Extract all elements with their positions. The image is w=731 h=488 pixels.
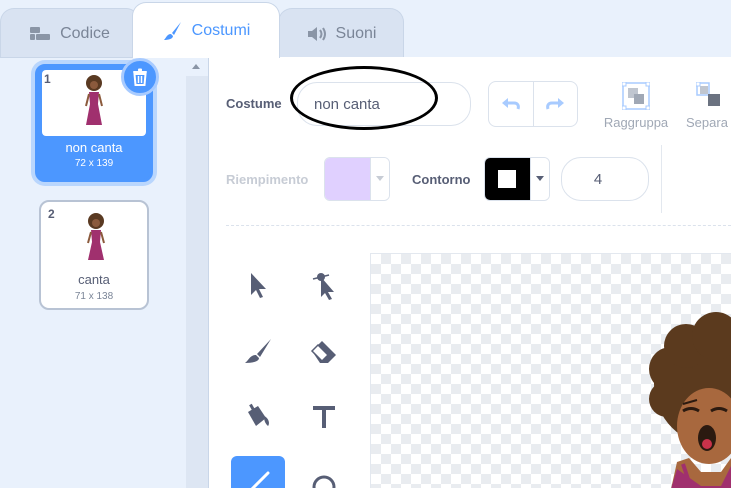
ungroup-button[interactable]: Separa — [686, 115, 731, 130]
circle-icon — [312, 475, 336, 488]
undo-icon — [501, 98, 520, 110]
trash-icon — [133, 68, 147, 86]
group-button[interactable]: Raggruppa — [598, 115, 674, 130]
tab-code-label: Codice — [60, 24, 110, 42]
line-icon — [250, 471, 270, 488]
paint-bucket-icon — [248, 403, 269, 426]
tab-sounds-label: Suoni — [335, 24, 377, 42]
scroll-up-arrow-icon[interactable] — [192, 64, 200, 69]
caret-down-icon — [535, 176, 544, 181]
delete-costume-button[interactable] — [121, 58, 159, 96]
costume-name-value: non canta — [314, 95, 380, 113]
redo-icon — [546, 98, 565, 110]
eraser-tool[interactable] — [297, 324, 351, 378]
tab-costumes[interactable]: Costumi — [132, 2, 280, 58]
circle-tool[interactable] — [297, 456, 351, 488]
singer-character-icon — [649, 312, 731, 488]
paintbrush-icon — [162, 20, 184, 42]
costume-name: canta — [78, 272, 110, 287]
outline-swatch — [485, 158, 530, 200]
reshape-cursor-icon — [312, 273, 334, 300]
costume-number: 1 — [44, 72, 51, 86]
toolbar-divider — [661, 145, 662, 213]
paint-canvas[interactable] — [370, 253, 731, 488]
speaker-icon — [306, 25, 328, 43]
costume-name: non canta — [65, 140, 123, 155]
fill-swatch — [325, 158, 370, 200]
text-tool[interactable] — [297, 390, 351, 444]
outline-width-value: 4 — [593, 170, 603, 188]
arrow-cursor-icon — [251, 273, 266, 298]
line-tool[interactable] — [231, 456, 285, 488]
fill-dropdown[interactable] — [369, 158, 389, 200]
ungroup-icon — [695, 81, 724, 115]
costume-name-input[interactable]: non canta — [297, 82, 471, 126]
undo-redo-group — [488, 81, 578, 127]
code-blocks-icon — [30, 26, 52, 42]
undo-button[interactable] — [489, 82, 533, 126]
fill-tool[interactable] — [231, 390, 285, 444]
outline-width-input[interactable]: 4 — [561, 157, 649, 201]
text-t-icon — [313, 406, 335, 428]
caret-down-icon — [375, 176, 384, 181]
paintbrush-icon — [245, 339, 271, 363]
outline-dropdown[interactable] — [529, 158, 549, 200]
tab-costumes-label: Costumi — [191, 21, 251, 39]
outline-label: Contorno — [412, 172, 471, 187]
costume-name-label: Costume — [226, 96, 282, 111]
reshape-tool[interactable] — [297, 258, 351, 312]
tab-code[interactable]: Codice — [0, 8, 140, 58]
costume-dimensions: 72 x 139 — [74, 158, 114, 169]
costume-dimensions: 71 x 138 — [74, 291, 114, 302]
scrollbar-thumb[interactable] — [186, 76, 208, 488]
tab-sounds[interactable]: Suoni — [278, 8, 404, 58]
group-icon — [621, 81, 651, 115]
redo-button[interactable] — [532, 82, 578, 126]
fill-color-picker[interactable] — [324, 157, 390, 201]
section-divider — [226, 225, 731, 226]
outline-color-picker[interactable] — [484, 157, 550, 201]
costume-item-2[interactable]: 2 canta 71 x 138 — [39, 200, 149, 310]
fill-label: Riempimento — [226, 172, 309, 187]
brush-tool[interactable] — [231, 324, 285, 378]
select-tool[interactable] — [231, 258, 285, 312]
singer-figure-icon — [87, 213, 105, 260]
eraser-icon — [310, 341, 336, 363]
